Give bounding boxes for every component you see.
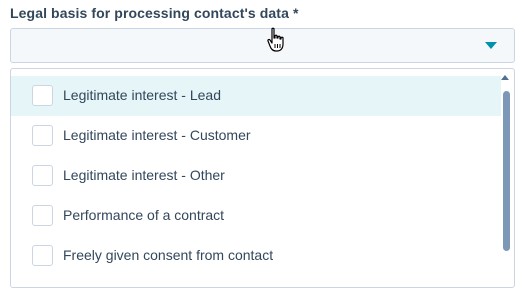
caret-down-icon[interactable] xyxy=(485,42,497,49)
options-dropdown: Legitimate interest - Lead Legitimate in… xyxy=(10,68,515,288)
option-legitimate-interest-customer[interactable]: Legitimate interest - Customer xyxy=(11,116,501,156)
option-label: Legitimate interest - Other xyxy=(63,167,225,183)
option-label: Legitimate interest - Lead xyxy=(63,87,221,103)
field-label: Legal basis for processing contact's dat… xyxy=(10,5,299,21)
option-legitimate-interest-lead[interactable]: Legitimate interest - Lead xyxy=(11,76,501,116)
hand-pointer-icon xyxy=(267,27,284,52)
option-checkbox[interactable] xyxy=(32,85,53,106)
option-freely-given-consent[interactable]: Freely given consent from contact xyxy=(11,236,501,276)
option-checkbox[interactable] xyxy=(32,165,53,186)
option-label: Freely given consent from contact xyxy=(63,247,274,263)
option-checkbox[interactable] xyxy=(32,245,53,266)
legal-basis-select[interactable] xyxy=(10,28,515,63)
scrollbar-thumb[interactable] xyxy=(503,91,510,251)
option-label: Legitimate interest - Customer xyxy=(63,127,251,143)
scroll-up-arrow-icon[interactable] xyxy=(501,75,509,80)
option-label: Performance of a contract xyxy=(63,207,225,223)
option-legitimate-interest-other[interactable]: Legitimate interest - Other xyxy=(11,156,501,196)
option-checkbox[interactable] xyxy=(32,205,53,226)
option-checkbox[interactable] xyxy=(32,125,53,146)
option-performance-of-contract[interactable]: Performance of a contract xyxy=(11,196,501,236)
